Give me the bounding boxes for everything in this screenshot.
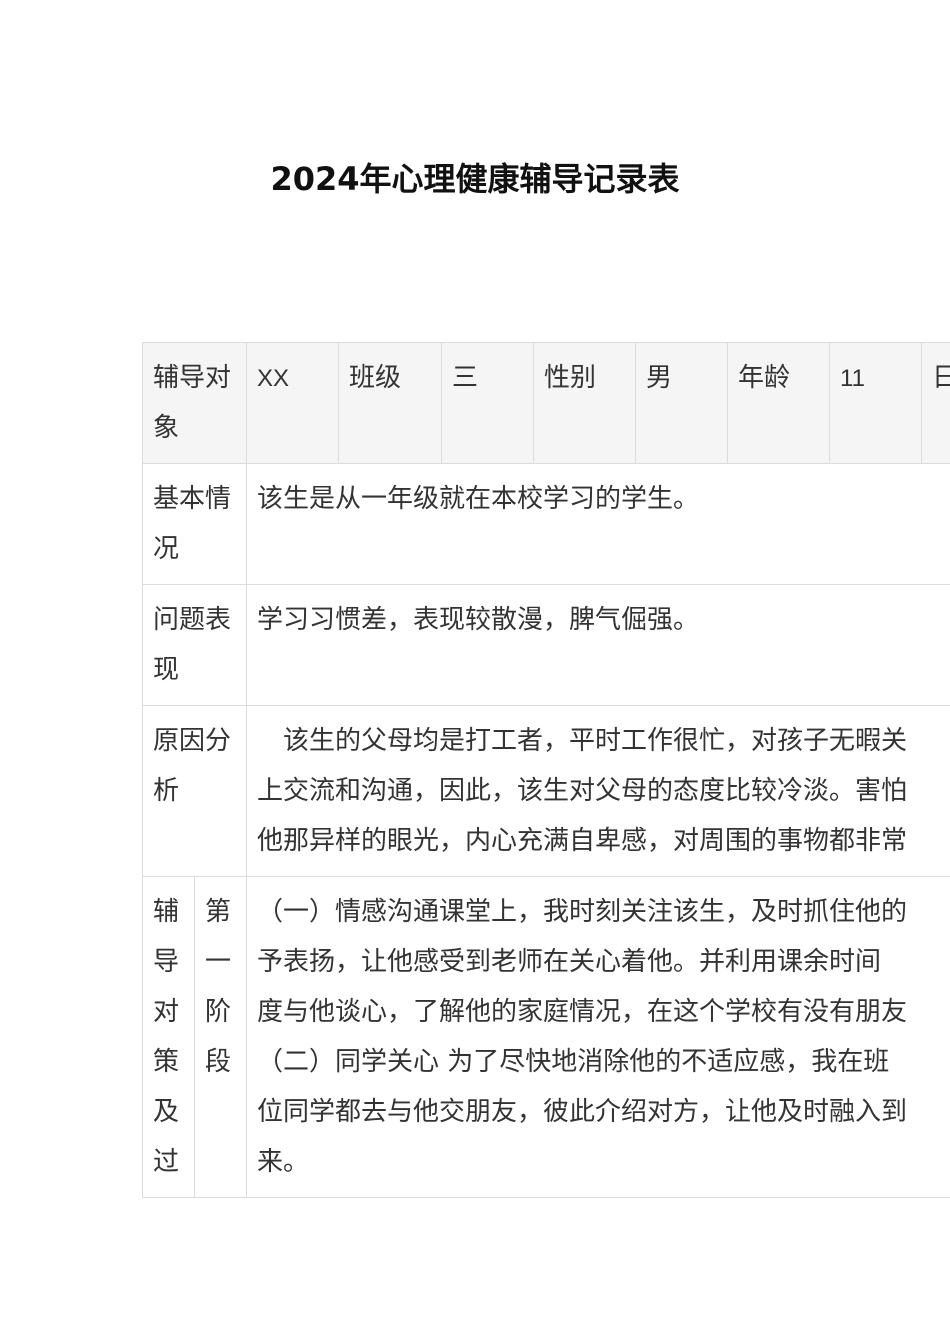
table-row-cause: 原因分析 该生的父母均是打工者，平时工作很忙，对孩子无暇关 上交流和沟通，因此，… bbox=[142, 705, 950, 877]
gender-label: 性别 bbox=[544, 363, 597, 393]
age-value-cell: 11 bbox=[829, 342, 923, 464]
strategy-line: 位同学都去与他交朋友，彼此介绍对方，让他及时融入到 bbox=[257, 1097, 908, 1127]
cause-line: 上交流和沟通，因此，该生对父母的态度比较冷淡。害怕 bbox=[257, 776, 908, 806]
name-value-cell: XX bbox=[246, 342, 340, 464]
strategy-line: 予表扬，让他感受到老师在关心着他。并利用课余时间 bbox=[257, 947, 882, 977]
basic-text-cell: 该生是从一年级就在本校学习的学生。 bbox=[246, 463, 950, 585]
record-table: 辅导对象 XX 班级 三 性别 男 年龄 11 日 基本情况 该生是从一年级就在… bbox=[142, 342, 950, 1198]
gender-value: 男 bbox=[646, 363, 673, 393]
problem-label: 问题表现 bbox=[153, 605, 232, 685]
target-label-cell: 辅导对象 bbox=[142, 342, 248, 464]
strategy-line: 度与他谈心，了解他的家庭情况，在这个学校有没有朋友 bbox=[257, 997, 908, 1027]
cause-text-cell: 该生的父母均是打工者，平时工作很忙，对孩子无暇关 上交流和沟通，因此，该生对父母… bbox=[246, 705, 950, 877]
table-row-header: 辅导对象 XX 班级 三 性别 男 年龄 11 日 bbox=[142, 342, 950, 464]
basic-label-cell: 基本情况 bbox=[142, 463, 248, 585]
strategy-line: 来。 bbox=[257, 1147, 310, 1177]
cause-line: 他那异样的眼光，内心充满自卑感，对周围的事物都非常 bbox=[257, 826, 908, 856]
stage-label-cell: 第一阶段 bbox=[193, 876, 248, 1198]
cause-label: 原因分析 bbox=[153, 726, 232, 806]
date-label-cell: 日 bbox=[921, 342, 950, 464]
gender-value-cell: 男 bbox=[635, 342, 729, 464]
class-label-cell: 班级 bbox=[338, 342, 443, 464]
age-label-cell: 年龄 bbox=[727, 342, 831, 464]
strategy-label: 辅导对策及过 bbox=[153, 897, 180, 1177]
class-label: 班级 bbox=[349, 363, 402, 393]
strategy-label-cell: 辅导对策及过 bbox=[142, 876, 195, 1198]
date-label: 日 bbox=[932, 363, 950, 393]
gender-label-cell: 性别 bbox=[533, 342, 637, 464]
age-label: 年龄 bbox=[738, 363, 791, 393]
table-row-strategy: 辅导对策及过 第一阶段 （一）情感沟通课堂上，我时刻关注该生，及时抓住他的 予表… bbox=[142, 876, 950, 1198]
cause-line: 该生的父母均是打工者，平时工作很忙，对孩子无暇关 bbox=[283, 726, 908, 756]
strategy-line: （二）同学关心 为了尽快地消除他的不适应感，我在班 bbox=[257, 1047, 890, 1077]
target-label: 辅导对象 bbox=[153, 363, 232, 443]
table-row-problem: 问题表现 学习习惯差，表现较散漫，脾气倔强。 bbox=[142, 584, 950, 706]
basic-text: 该生是从一年级就在本校学习的学生。 bbox=[257, 484, 700, 514]
name-value: XX bbox=[257, 365, 290, 392]
counseling-record-table: 辅导对象 XX 班级 三 性别 男 年龄 11 日 基本情况 该生是从一年级就在… bbox=[142, 342, 950, 1202]
problem-text-cell: 学习习惯差，表现较散漫，脾气倔强。 bbox=[246, 584, 950, 706]
strategy-text-cell: （一）情感沟通课堂上，我时刻关注该生，及时抓住他的 予表扬，让他感受到老师在关心… bbox=[246, 876, 950, 1198]
age-value: 11 bbox=[840, 365, 865, 392]
stage-label: 第一阶段 bbox=[205, 897, 232, 1077]
cause-label-cell: 原因分析 bbox=[142, 705, 248, 877]
basic-label: 基本情况 bbox=[153, 484, 232, 564]
class-value: 三 bbox=[452, 363, 479, 393]
page-title: 2024年心理健康辅导记录表 bbox=[270, 160, 680, 198]
strategy-line: （一）情感沟通课堂上，我时刻关注该生，及时抓住他的 bbox=[257, 897, 908, 927]
class-value-cell: 三 bbox=[441, 342, 535, 464]
problem-label-cell: 问题表现 bbox=[142, 584, 248, 706]
table-row-basic: 基本情况 该生是从一年级就在本校学习的学生。 bbox=[142, 463, 950, 585]
problem-text: 学习习惯差，表现较散漫，脾气倔强。 bbox=[257, 605, 700, 635]
